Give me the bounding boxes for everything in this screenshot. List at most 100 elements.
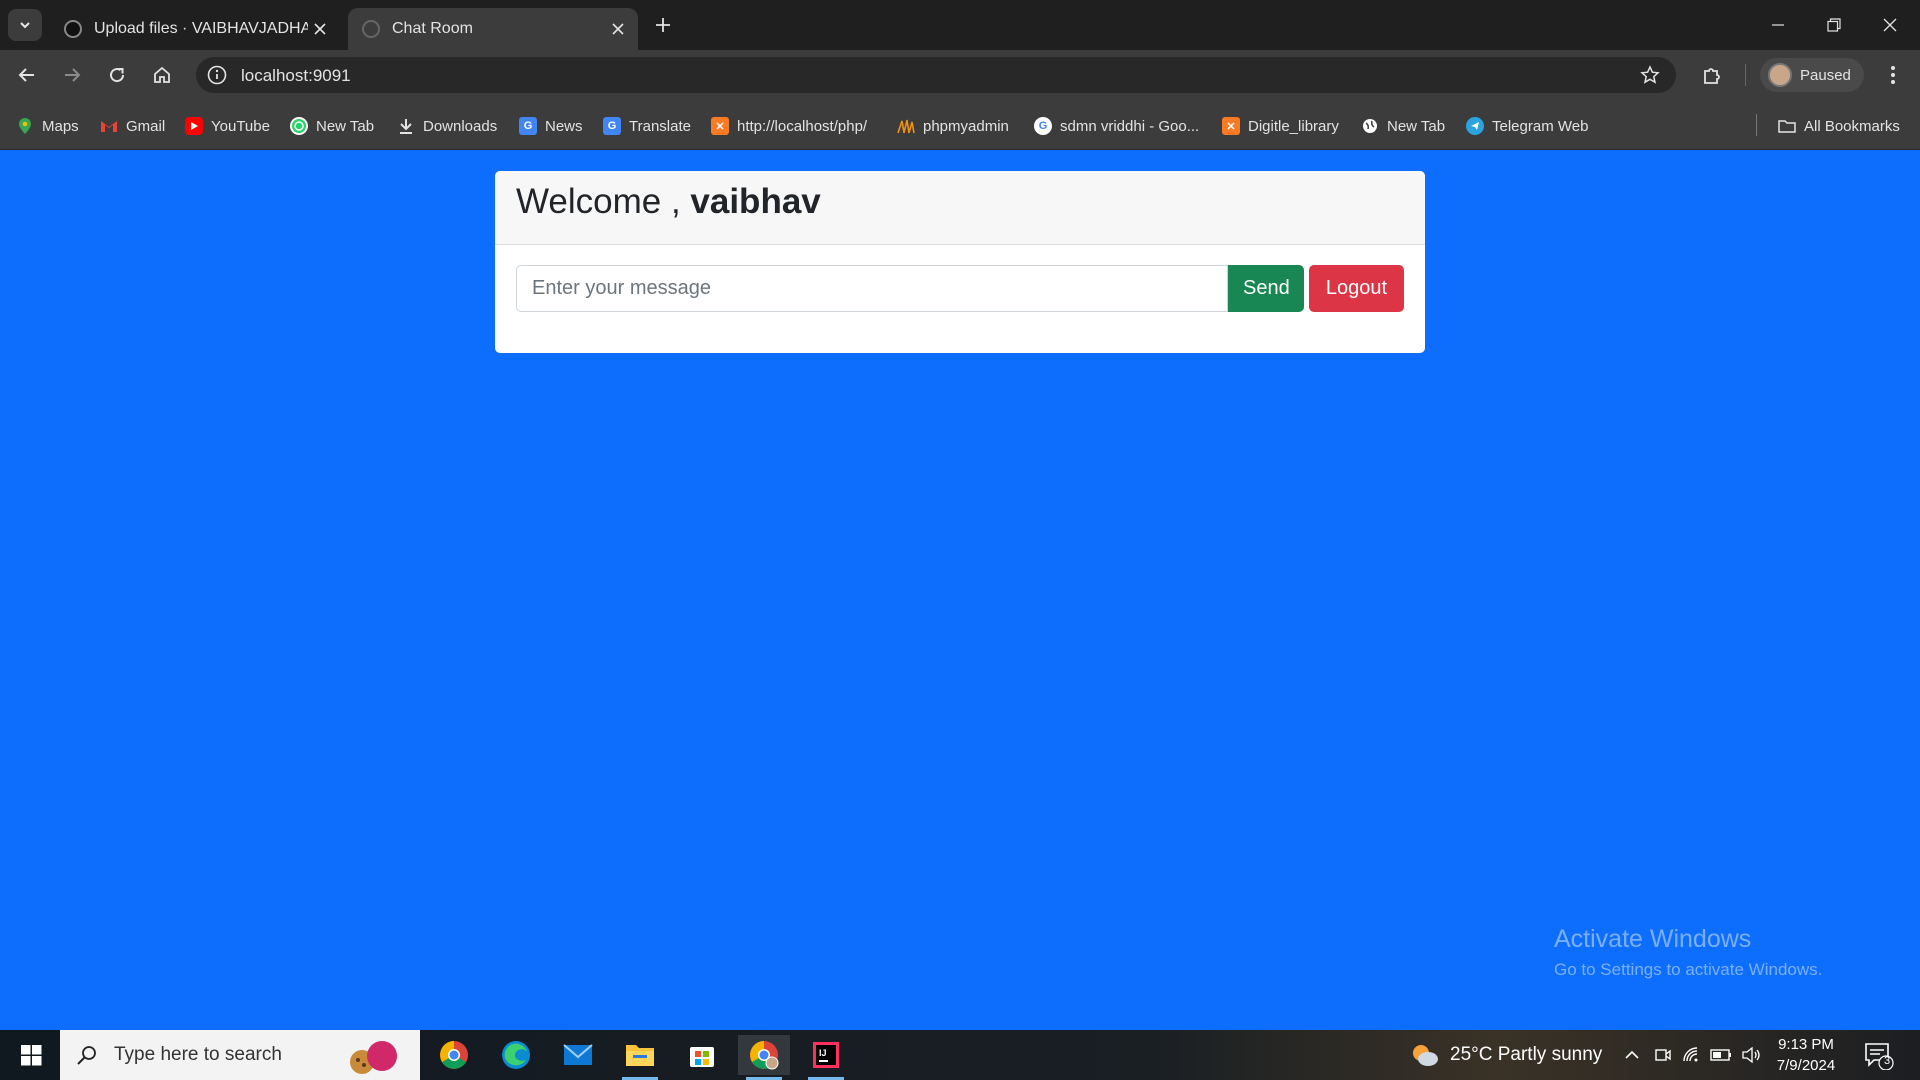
- logout-button[interactable]: Logout: [1309, 265, 1404, 312]
- bookmark-translate[interactable]: G Translate: [603, 115, 691, 137]
- taskbar-chrome-active[interactable]: [738, 1035, 790, 1080]
- taskbar-edge[interactable]: [490, 1035, 542, 1075]
- card-header: Welcome , vaibhav: [495, 171, 1425, 245]
- site-info-icon[interactable]: [206, 64, 228, 86]
- whatsapp-icon: [290, 117, 308, 135]
- chrome-profile-icon: [750, 1041, 779, 1070]
- phpmyadmin-icon: [897, 117, 915, 135]
- bookmark-label: Downloads: [423, 117, 498, 135]
- bookmark-label: News: [545, 117, 583, 135]
- profile-status: Paused: [1800, 66, 1851, 84]
- bookmark-star-icon[interactable]: [1640, 65, 1660, 85]
- folder-icon: [1778, 117, 1796, 135]
- search-placeholder: Type here to search: [114, 1044, 282, 1065]
- windows-start-icon[interactable]: [10, 1043, 54, 1067]
- wifi-icon[interactable]: [1682, 1046, 1700, 1064]
- bookmark-digitle-library[interactable]: ✕ Digitle_library: [1222, 115, 1339, 137]
- welcome-heading: Welcome , vaibhav: [516, 182, 1404, 222]
- xampp-icon: ✕: [711, 117, 729, 135]
- bookmark-label: New Tab: [1387, 117, 1446, 135]
- kebab-menu-icon: [1891, 66, 1895, 84]
- send-button[interactable]: Send: [1228, 265, 1304, 312]
- address-bar[interactable]: localhost:9091: [196, 57, 1676, 93]
- all-bookmarks-button[interactable]: All Bookmarks: [1778, 115, 1900, 137]
- browser-menu-button[interactable]: [1877, 59, 1909, 91]
- taskbar-search-box[interactable]: Type here to search: [60, 1030, 420, 1080]
- telegram-icon: [1466, 117, 1484, 135]
- bookmark-downloads[interactable]: Downloads: [397, 115, 497, 137]
- taskbar-mail[interactable]: [552, 1035, 604, 1075]
- profile-button[interactable]: Paused: [1760, 58, 1864, 92]
- taskbar-clock[interactable]: 9:13 PM 7/9/2024: [1766, 1034, 1846, 1076]
- toolbar-divider: [1745, 64, 1746, 86]
- message-form: Send Logout: [516, 265, 1404, 312]
- close-icon: [1883, 18, 1897, 32]
- bookmark-label: Maps: [42, 117, 79, 135]
- home-icon: [154, 66, 170, 83]
- forward-button[interactable]: [56, 59, 88, 91]
- clock-date: 7/9/2024: [1776, 1057, 1836, 1074]
- new-tab-button[interactable]: [650, 12, 676, 38]
- taskbar-store[interactable]: [676, 1035, 728, 1075]
- store-icon: [690, 1047, 714, 1067]
- close-tab-icon[interactable]: [606, 17, 630, 41]
- bookmark-news[interactable]: G News: [519, 115, 583, 137]
- minimize-button[interactable]: [1750, 6, 1806, 44]
- download-icon: [397, 117, 415, 135]
- taskbar-file-explorer[interactable]: [614, 1035, 666, 1080]
- plus-icon: [656, 18, 670, 32]
- message-input[interactable]: [516, 265, 1228, 312]
- chat-card: Welcome , vaibhav Send Logout: [495, 171, 1425, 353]
- tab-search-button[interactable]: [8, 9, 42, 41]
- bookmark-label: Gmail: [126, 117, 166, 135]
- bookmark-youtube[interactable]: YouTube: [185, 115, 270, 137]
- activate-windows-watermark: Activate Windows Go to Settings to activ…: [1554, 925, 1822, 980]
- puzzle-icon: [1704, 68, 1720, 84]
- home-button[interactable]: [146, 59, 178, 91]
- action-center-button[interactable]: 3: [1864, 1042, 1894, 1071]
- bookmark-label: Digitle_library: [1248, 117, 1339, 135]
- show-hidden-icons-chevron-icon[interactable]: [1624, 1047, 1640, 1063]
- minimize-icon: [1772, 24, 1784, 26]
- chrome-icon: [440, 1041, 468, 1069]
- avatar: [1768, 63, 1792, 87]
- xampp-icon: ✕: [1222, 117, 1240, 135]
- browser-tab-strip: Upload files · VAIBHAVJADHAV1 Chat Room: [0, 0, 1920, 50]
- bookmark-new-tab-globe[interactable]: New Tab: [1361, 115, 1445, 137]
- weather-widget[interactable]: 25°C Partly sunny: [1410, 1030, 1602, 1080]
- bookmark-sdmn-vriddhi[interactable]: G sdmn vriddhi - Goo...: [1034, 115, 1199, 137]
- bookmark-label: YouTube: [211, 117, 270, 135]
- volume-icon[interactable]: [1742, 1047, 1762, 1063]
- close-tab-icon[interactable]: [308, 17, 332, 41]
- taskbar-chrome[interactable]: [428, 1035, 480, 1075]
- meet-now-icon[interactable]: [1654, 1046, 1672, 1064]
- bookmark-phpmyadmin[interactable]: phpmyadmin: [897, 115, 1009, 137]
- intellij-icon: IJ: [813, 1042, 839, 1068]
- restore-button[interactable]: [1806, 6, 1862, 44]
- bookmark-new-tab-whatsapp[interactable]: New Tab: [290, 115, 374, 137]
- arrow-right-icon: [65, 68, 81, 82]
- news-icon: G: [519, 117, 537, 135]
- tab-upload-files[interactable]: Upload files · VAIBHAVJADHAV1: [50, 8, 340, 50]
- bookmark-label: http://localhost/php/: [737, 117, 868, 135]
- bookmark-label: All Bookmarks: [1804, 117, 1900, 135]
- reload-button[interactable]: [101, 59, 133, 91]
- search-highlight-icon: [350, 1041, 397, 1074]
- arrow-left-icon: [18, 68, 34, 82]
- bookmark-telegram[interactable]: Telegram Web: [1466, 115, 1588, 137]
- google-icon: G: [1034, 117, 1052, 135]
- bookmark-maps[interactable]: Maps: [16, 115, 79, 137]
- taskbar-intellij[interactable]: IJ: [800, 1035, 852, 1080]
- bookmark-localhost-php[interactable]: ✕ http://localhost/php/: [711, 115, 867, 137]
- watermark-subtitle: Go to Settings to activate Windows.: [1554, 960, 1823, 979]
- bookmark-gmail[interactable]: Gmail: [100, 115, 165, 137]
- close-window-button[interactable]: [1862, 6, 1918, 44]
- extensions-button[interactable]: [1696, 59, 1728, 91]
- watermark-title: Activate Windows: [1554, 925, 1752, 953]
- back-button[interactable]: [11, 59, 43, 91]
- battery-icon[interactable]: [1710, 1048, 1732, 1062]
- tab-chat-room[interactable]: Chat Room: [348, 8, 638, 50]
- chevron-down-icon: [20, 22, 30, 29]
- username: vaibhav: [690, 182, 821, 221]
- edge-icon: [502, 1041, 530, 1069]
